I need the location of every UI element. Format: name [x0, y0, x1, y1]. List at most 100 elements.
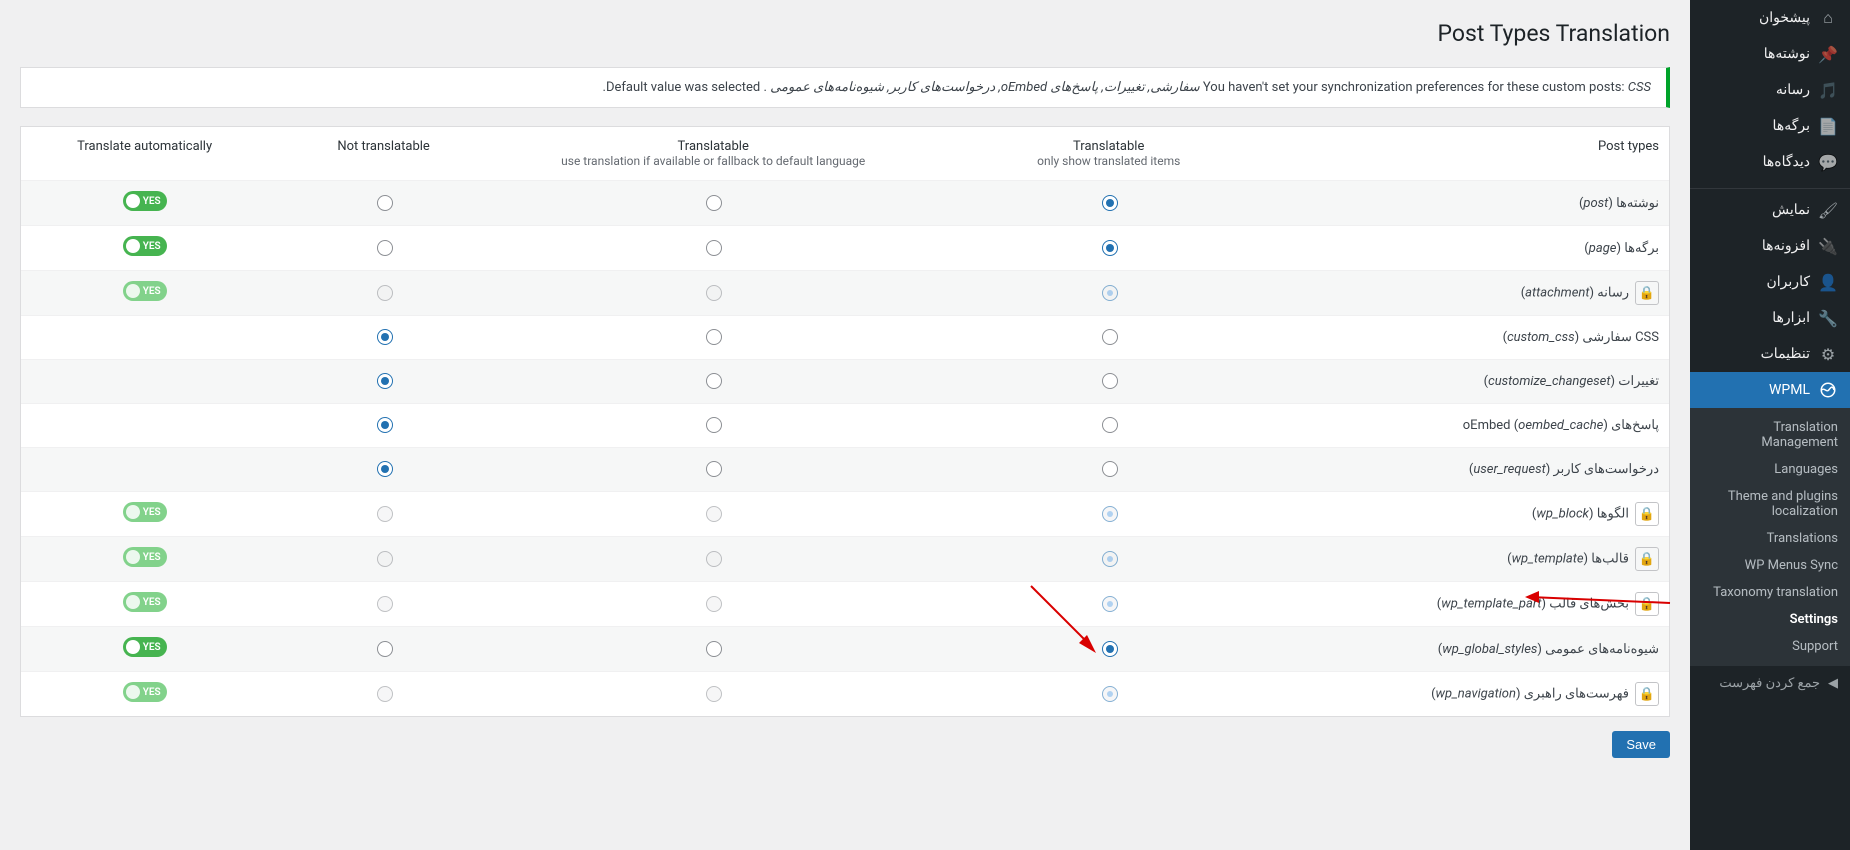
post-type-name: 🔒رسانه (attachment) — [1290, 271, 1669, 316]
col-auto-translate: Translate automatically — [21, 127, 268, 181]
radio-translatable — [1102, 596, 1118, 612]
radio-translatable[interactable] — [1102, 195, 1118, 211]
sidebar-item-appearance[interactable]: 🖌 نمایش — [1690, 192, 1850, 228]
post-types-table: Post types Translatable only show transl… — [21, 127, 1669, 716]
table-row: درخواست‌های کاربر (user_request) — [21, 448, 1669, 492]
comment-icon: 💬 — [1818, 152, 1838, 172]
radio-not[interactable] — [377, 641, 393, 657]
admin-sidebar: ⌂ پیشخوان📌 نوشته‌ها🎵 رسانه📄 برگه‌ها💬 دید… — [1690, 0, 1850, 850]
post-type-name: نوشته‌ها (post) — [1290, 181, 1669, 226]
table-row: 🔒رسانه (attachment) YES — [21, 271, 1669, 316]
table-row: پاسخ‌های oEmbed (oembed_cache) — [21, 404, 1669, 448]
settings-icon: ⚙ — [1818, 344, 1838, 364]
table-row: CSS سفارشی (custom_css) — [21, 316, 1669, 360]
col-post-types: Post types — [1290, 127, 1669, 181]
radio-translatable[interactable] — [1102, 641, 1118, 657]
lock-icon: 🔒 — [1635, 547, 1659, 571]
submenu-item[interactable]: WP Menus Sync — [1690, 552, 1850, 579]
post-type-name: درخواست‌های کاربر (user_request) — [1290, 448, 1669, 492]
sidebar-item-label: دیدگاه‌ها — [1763, 154, 1810, 170]
notice-post: . Default value was selected. — [603, 80, 767, 95]
sidebar-item-wpml[interactable]: WPML — [1690, 372, 1850, 408]
sidebar-item-label: WPML — [1769, 382, 1810, 398]
table-row: 🔒قالب‌ها (wp_template) YES — [21, 537, 1669, 582]
radio-not[interactable] — [377, 417, 393, 433]
table-row: نوشته‌ها (post) YES — [21, 181, 1669, 226]
radio-not[interactable] — [377, 240, 393, 256]
post-type-name: تغییرات (customize_changeset) — [1290, 360, 1669, 404]
radio-translatable — [1102, 551, 1118, 567]
auto-translate-toggle: YES — [123, 682, 167, 702]
sidebar-item-label: ابزارها — [1772, 310, 1810, 326]
radio-translatable[interactable] — [1102, 461, 1118, 477]
auto-translate-toggle: YES — [123, 281, 167, 301]
save-button[interactable]: Save — [1612, 731, 1670, 758]
table-row: 🔒الگوها (wp_block) YES — [21, 492, 1669, 537]
sidebar-item-comment[interactable]: 💬 دیدگاه‌ها — [1690, 144, 1850, 180]
auto-translate-toggle: YES — [123, 547, 167, 567]
submenu-item[interactable]: Translation Management — [1690, 414, 1850, 456]
lock-icon: 🔒 — [1635, 281, 1659, 305]
radio-not[interactable] — [377, 373, 393, 389]
radio-fallback[interactable] — [706, 329, 722, 345]
post-type-name: 🔒بخش‌های قالب (wp_template_part) — [1290, 582, 1669, 627]
sidebar-item-plugin[interactable]: 🔌 افزونه‌ها — [1690, 228, 1850, 264]
radio-translatable[interactable] — [1102, 240, 1118, 256]
radio-fallback[interactable] — [706, 461, 722, 477]
dashboard-icon: ⌂ — [1818, 8, 1838, 28]
submenu-item[interactable]: Languages — [1690, 456, 1850, 483]
table-row: شیوه‌نامه‌های عمومی (wp_global_styles) Y… — [21, 627, 1669, 672]
wpml-submenu: Translation ManagementLanguagesTheme and… — [1690, 408, 1850, 666]
radio-fallback[interactable] — [706, 240, 722, 256]
post-type-name: 🔒الگوها (wp_block) — [1290, 492, 1669, 537]
sidebar-item-label: افزونه‌ها — [1762, 238, 1810, 254]
radio-fallback[interactable] — [706, 373, 722, 389]
post-type-name: برگه‌ها (page) — [1290, 226, 1669, 271]
sidebar-item-label: برگه‌ها — [1773, 118, 1810, 134]
sidebar-item-media[interactable]: 🎵 رسانه — [1690, 72, 1850, 108]
col-translatable-fallback: Translatable use translation if availabl… — [499, 127, 927, 181]
radio-translatable[interactable] — [1102, 373, 1118, 389]
submenu-item[interactable]: Support — [1690, 633, 1850, 660]
submenu-item[interactable]: Settings — [1690, 606, 1850, 633]
radio-not[interactable] — [377, 329, 393, 345]
sidebar-item-settings[interactable]: ⚙ تنظیمات — [1690, 336, 1850, 372]
submenu-item[interactable]: Taxonomy translation — [1690, 579, 1850, 606]
sidebar-item-page[interactable]: 📄 برگه‌ها — [1690, 108, 1850, 144]
auto-translate-toggle[interactable]: YES — [123, 236, 167, 256]
post-type-name: 🔒قالب‌ها (wp_template) — [1290, 537, 1669, 582]
sidebar-item-dashboard[interactable]: ⌂ پیشخوان — [1690, 0, 1850, 36]
collapse-menu[interactable]: ◀ جمع کردن فهرست — [1690, 666, 1850, 701]
radio-not — [377, 285, 393, 301]
media-icon: 🎵 — [1818, 80, 1838, 100]
radio-translatable[interactable] — [1102, 329, 1118, 345]
radio-fallback[interactable] — [706, 417, 722, 433]
radio-translatable — [1102, 506, 1118, 522]
radio-not — [377, 686, 393, 702]
auto-translate-toggle[interactable]: YES — [123, 191, 167, 211]
sidebar-item-label: کاربران — [1767, 274, 1810, 290]
sidebar-item-label: نمایش — [1772, 202, 1810, 218]
radio-fallback[interactable] — [706, 641, 722, 657]
pin-icon: 📌 — [1818, 44, 1838, 64]
annotation-arrow-radio — [1021, 581, 1101, 661]
submenu-item[interactable]: Translations — [1690, 525, 1850, 552]
sidebar-item-tools[interactable]: 🔧 ابزارها — [1690, 300, 1850, 336]
collapse-label: جمع کردن فهرست — [1719, 676, 1820, 691]
radio-translatable — [1102, 686, 1118, 702]
radio-fallback — [706, 285, 722, 301]
sidebar-item-user[interactable]: 👤 کاربران — [1690, 264, 1850, 300]
auto-translate-toggle[interactable]: YES — [123, 637, 167, 657]
radio-not[interactable] — [377, 195, 393, 211]
submenu-item[interactable]: Theme and plugins localization — [1690, 483, 1850, 525]
radio-fallback — [706, 686, 722, 702]
sidebar-item-pin[interactable]: 📌 نوشته‌ها — [1690, 36, 1850, 72]
radio-fallback — [706, 551, 722, 567]
radio-not[interactable] — [377, 461, 393, 477]
sidebar-item-label: نوشته‌ها — [1764, 46, 1810, 62]
radio-translatable[interactable] — [1102, 417, 1118, 433]
col-not-translatable: Not translatable — [268, 127, 499, 181]
radio-fallback[interactable] — [706, 195, 722, 211]
radio-fallback — [706, 596, 722, 612]
post-type-name: 🔒فهرست‌های راهبری (wp_navigation) — [1290, 672, 1669, 717]
